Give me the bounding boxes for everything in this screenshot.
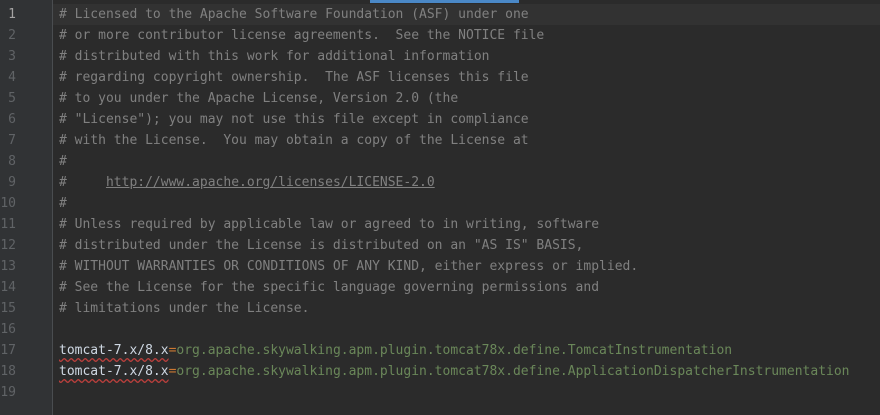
comment-line[interactable]: # with the License. You may obtain a cop…	[59, 130, 529, 151]
line-number: 2	[8, 28, 16, 43]
property-value: org.apache.skywalking.apm.plugin.tomcat7…	[176, 343, 733, 358]
line-number: 11	[0, 217, 16, 232]
line-number: 8	[8, 154, 16, 169]
comment-line[interactable]: # to you under the Apache License, Versi…	[59, 88, 458, 109]
line-number: 1	[8, 7, 16, 22]
comment-line[interactable]: # http://www.apache.org/licenses/LICENSE…	[59, 172, 435, 193]
comment-line[interactable]: # regarding copyright ownership. The ASF…	[59, 67, 529, 88]
line-number: 13	[0, 259, 16, 274]
comment-line[interactable]: # "License"); you may not use this file …	[59, 109, 529, 130]
line-number: 12	[0, 238, 16, 253]
line-number-gutter[interactable]: 1 2 3 4 5 6 7 8 9 10 11 12 13 14 15 16 1…	[0, 0, 52, 415]
line-number: 15	[0, 301, 16, 316]
property-value: org.apache.skywalking.apm.plugin.tomcat7…	[176, 364, 850, 379]
comment-line[interactable]: #	[59, 193, 67, 214]
comment-line[interactable]: # distributed under the License is distr…	[59, 235, 583, 256]
line-number: 14	[0, 280, 16, 295]
property-line[interactable]: tomcat-7.x/8.x=org.apache.skywalking.apm…	[59, 340, 732, 361]
line-number: 3	[8, 49, 16, 64]
property-key: tomcat-7.x/8.x	[59, 343, 169, 358]
line-number: 17	[0, 343, 16, 358]
active-tab-indicator	[370, 0, 519, 3]
line-number: 16	[0, 322, 16, 337]
line-number: 19	[0, 385, 16, 400]
comment-line[interactable]: # WITHOUT WARRANTIES OR CONDITIONS OF AN…	[59, 256, 638, 277]
comment-prefix: #	[59, 175, 106, 190]
comment-line[interactable]: # See the License for the specific langu…	[59, 277, 599, 298]
line-number: 6	[8, 112, 16, 127]
comment-line[interactable]: # Unless required by applicable law or a…	[59, 214, 599, 235]
line-number: 4	[8, 70, 16, 85]
comment-line[interactable]: #	[59, 151, 67, 172]
property-line[interactable]: tomcat-7.x/8.x=org.apache.skywalking.apm…	[59, 361, 850, 382]
line-number: 18	[0, 364, 16, 379]
gutter-divider	[52, 0, 53, 415]
line-number: 7	[8, 133, 16, 148]
license-url-link[interactable]: http://www.apache.org/licenses/LICENSE-2…	[106, 175, 435, 190]
comment-line[interactable]: # distributed with this work for additio…	[59, 46, 489, 67]
line-number: 10	[0, 196, 16, 211]
comment-line[interactable]: # limitations under the License.	[59, 298, 309, 319]
comment-line[interactable]: # Licensed to the Apache Software Founda…	[59, 4, 529, 25]
code-editor[interactable]: 1 2 3 4 5 6 7 8 9 10 11 12 13 14 15 16 1…	[0, 0, 880, 415]
line-number: 5	[8, 91, 16, 106]
property-key: tomcat-7.x/8.x	[59, 364, 169, 379]
comment-line[interactable]: # or more contributor license agreements…	[59, 25, 544, 46]
line-number: 9	[8, 175, 16, 190]
